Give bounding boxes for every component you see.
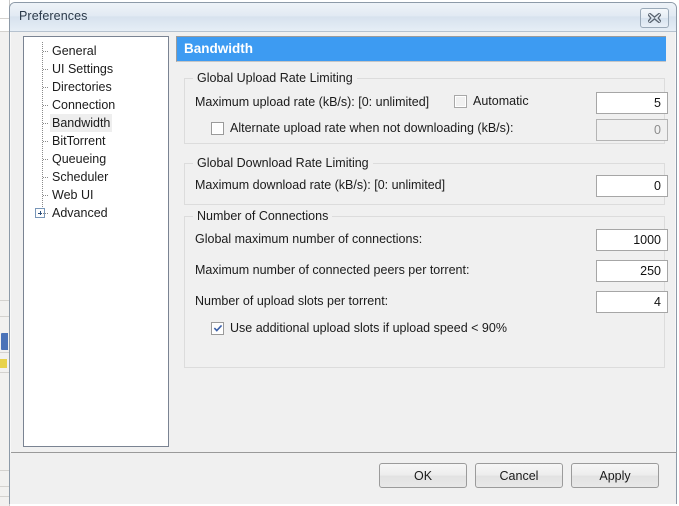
settings-tree[interactable]: General UI Settings Directories Connecti… [23, 36, 169, 447]
sidebar-item-directories[interactable]: Directories [24, 78, 168, 96]
sidebar-item-bandwidth[interactable]: Bandwidth [24, 114, 168, 132]
max-upload-rate-value: 5 [654, 96, 661, 110]
ok-button-label: OK [413, 468, 433, 483]
sidebar-item-advanced[interactable]: Advanced [24, 204, 168, 222]
max-peers-per-torrent-label: Maximum number of connected peers per to… [195, 263, 470, 277]
max-download-rate-label: Maximum download rate (kB/s): [0: unlimi… [195, 178, 446, 192]
sidebar-item-queueing[interactable]: Queueing [24, 150, 168, 168]
title-bar: Preferences [10, 3, 676, 32]
additional-upload-slots-checkbox[interactable]: Use additional upload slots if upload sp… [211, 321, 507, 335]
page-title: Bandwidth [184, 41, 253, 56]
window-title: Preferences [19, 9, 88, 23]
sidebar-item-label: Directories [52, 80, 112, 94]
sidebar-item-scheduler[interactable]: Scheduler [24, 168, 168, 186]
ok-button[interactable]: OK [379, 463, 467, 488]
sidebar-item-label: Advanced [52, 206, 108, 220]
alternate-upload-rate-label: Alternate upload rate when not downloadi… [230, 121, 514, 135]
upload-slots-per-torrent-value: 4 [654, 295, 661, 309]
sidebar-item-label: Connection [52, 98, 116, 112]
apply-button-label: Apply [599, 468, 631, 483]
tree-elbow-icon [43, 159, 49, 160]
sidebar-item-label: General [52, 44, 97, 58]
max-download-rate-value: 0 [654, 179, 661, 193]
checkmark-icon [213, 324, 223, 332]
cancel-button-label: Cancel [499, 468, 539, 483]
group-number-of-connections: Number of Connections Global maximum num… [184, 209, 668, 368]
automatic-checkbox[interactable]: Automatic [454, 94, 529, 108]
tree-elbow-icon [43, 69, 49, 70]
tree-elbow-icon [43, 213, 49, 214]
preferences-dialog: Preferences General UI Settings Director… [9, 2, 677, 504]
sidebar-item-web-ui[interactable]: Web UI [24, 186, 168, 204]
global-max-connections-input[interactable]: 1000 [596, 229, 668, 251]
max-upload-rate-label: Maximum upload rate (kB/s): [0: unlimite… [195, 95, 430, 109]
section-header: Bandwidth [176, 36, 666, 62]
max-peers-per-torrent-input[interactable]: 250 [596, 260, 668, 282]
tree-elbow-icon [43, 51, 49, 52]
sidebar-item-label: Web UI [52, 188, 94, 202]
group-global-upload-rate-limiting: Global Upload Rate Limiting Maximum uplo… [184, 71, 668, 144]
sidebar-item-bittorrent[interactable]: BitTorrent [24, 132, 168, 150]
group-global-download-rate-limiting: Global Download Rate Limiting Maximum do… [184, 156, 668, 205]
dialog-footer: OK Cancel Apply [10, 453, 676, 504]
sidebar-item-label: UI Settings [52, 62, 114, 76]
tree-elbow-icon [43, 177, 49, 178]
upload-slots-per-torrent-label: Number of upload slots per torrent: [195, 294, 389, 308]
automatic-checkbox-label: Automatic [473, 94, 529, 108]
upload-slots-per-torrent-input[interactable]: 4 [596, 291, 668, 313]
max-download-rate-input[interactable]: 0 [596, 175, 668, 197]
close-x-icon [648, 13, 661, 23]
checkbox-box [211, 121, 224, 135]
group-legend: Global Upload Rate Limiting [193, 71, 357, 85]
checkbox-box [454, 94, 467, 108]
tree-elbow-icon [43, 141, 49, 142]
background-icon [0, 359, 7, 368]
tree-elbow-icon [43, 105, 49, 106]
alternate-upload-rate-value: 0 [654, 123, 661, 137]
checkbox-box [211, 321, 224, 335]
close-button[interactable] [640, 8, 669, 28]
sidebar-item-ui-settings[interactable]: UI Settings [24, 60, 168, 78]
tree-elbow-icon [43, 195, 49, 196]
sidebar-item-connection[interactable]: Connection [24, 96, 168, 114]
tree-item-list: General UI Settings Directories Connecti… [24, 42, 168, 222]
sidebar-item-general[interactable]: General [24, 42, 168, 60]
group-legend: Number of Connections [193, 209, 333, 223]
alternate-upload-rate-checkbox[interactable]: Alternate upload rate when not downloadi… [211, 121, 514, 135]
tree-elbow-icon [43, 87, 49, 88]
alternate-upload-rate-input[interactable]: 0 [596, 119, 668, 141]
max-peers-per-torrent-value: 250 [640, 264, 661, 278]
sidebar-item-label: Bandwidth [50, 114, 113, 132]
screen: Preferences General UI Settings Director… [0, 0, 679, 506]
apply-button[interactable]: Apply [571, 463, 659, 488]
group-legend: Global Download Rate Limiting [193, 156, 373, 170]
background-selected-row [1, 333, 8, 350]
global-max-connections-label: Global maximum number of connections: [195, 232, 423, 246]
additional-upload-slots-label: Use additional upload slots if upload sp… [230, 321, 507, 335]
cancel-button[interactable]: Cancel [475, 463, 563, 488]
sidebar-item-label: Queueing [52, 152, 107, 166]
sidebar-item-label: Scheduler [52, 170, 109, 184]
sidebar-item-label: BitTorrent [52, 134, 106, 148]
settings-panel: Bandwidth Global Upload Rate Limiting Ma… [176, 36, 668, 368]
global-max-connections-value: 1000 [633, 233, 661, 247]
tree-elbow-icon [43, 123, 49, 124]
max-upload-rate-input[interactable]: 5 [596, 92, 668, 114]
